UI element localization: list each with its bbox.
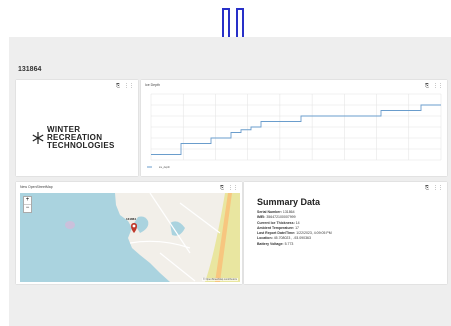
summary-row-battery: Battery Voltage: 5.773 xyxy=(257,241,294,246)
map-tiles xyxy=(65,193,240,282)
map-attribution[interactable]: © OpenStreetMap contributors xyxy=(202,278,238,281)
ice-depth-series-line xyxy=(151,104,441,155)
map-card-title: New OpenStreetMap xyxy=(20,185,53,189)
snowflake-icon xyxy=(32,132,44,144)
export-icon[interactable]: ⎘ xyxy=(116,83,120,89)
map-marker-label: 131864 xyxy=(126,217,137,221)
export-icon[interactable]: ⎘ xyxy=(425,185,429,191)
summary-list: Serial Number: 131864 IMEI: 356472100007… xyxy=(257,210,332,247)
logo-card: ⎘ ⋮⋮ WINTER RECREATION TECHNOLOGIES xyxy=(16,80,138,176)
logo-card-actions: ⎘ ⋮⋮ xyxy=(116,83,134,89)
summary-title: Summary Data xyxy=(257,197,321,207)
export-icon[interactable]: ⎘ xyxy=(220,185,224,191)
map-card-actions: ⎘ ⋮⋮ xyxy=(220,185,238,191)
logo-text-line1: WINTER RECREATION xyxy=(46,125,103,142)
summary-card: ⎘ ⋮⋮ Summary Data Serial Number: 131864 … xyxy=(244,182,447,284)
logo-text-line2: TECHNOLOGIES xyxy=(46,141,115,150)
company-logo: WINTER RECREATION TECHNOLOGIES xyxy=(32,126,138,150)
summary-card-actions: ⎘ ⋮⋮ xyxy=(425,185,443,191)
dashboard-title: 131864 xyxy=(18,66,42,73)
zoom-out-button[interactable]: − xyxy=(24,204,31,212)
map-view[interactable]: + − 131864 © OpenStreetMap contributors xyxy=(20,193,240,282)
map-card: New OpenStreetMap ⎘ ⋮⋮ + − 131864 © Open… xyxy=(16,182,242,284)
more-icon[interactable]: ⋮⋮ xyxy=(124,83,134,89)
ice-depth-card: Ice Depth ⎘ ⋮⋮ ice_depth xyxy=(141,80,447,176)
more-icon[interactable]: ⋮⋮ xyxy=(433,185,443,191)
ice-depth-chart: ice_depth xyxy=(147,93,442,169)
legend-label: ice_depth xyxy=(159,166,170,169)
more-icon[interactable]: ⋮⋮ xyxy=(228,185,238,191)
zoom-in-button[interactable]: + xyxy=(24,197,31,204)
